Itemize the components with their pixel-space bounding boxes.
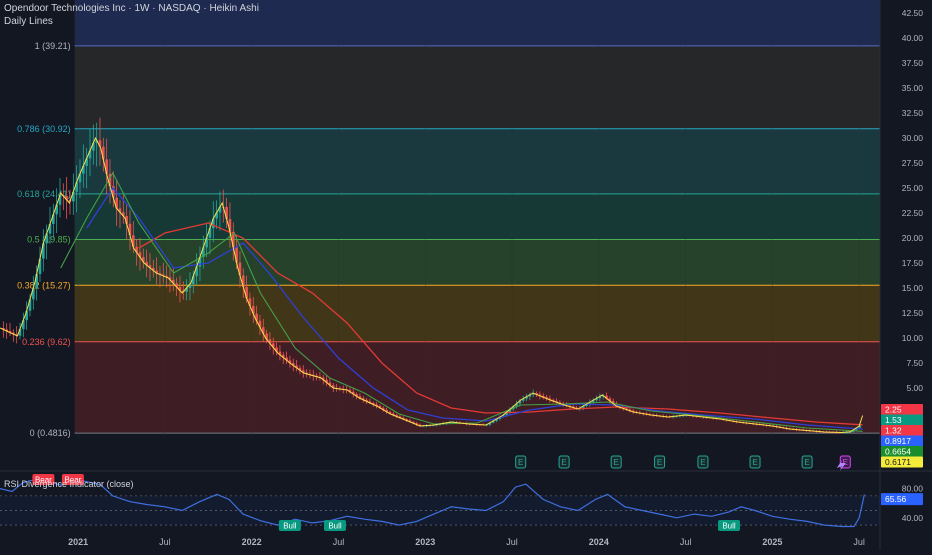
fib-band bbox=[74, 128, 880, 194]
fib-level-label: 0.786 (30.92) bbox=[17, 124, 71, 134]
bull-divergence-badge-label: Bull bbox=[722, 522, 736, 531]
earnings-marker-label: E bbox=[804, 458, 809, 467]
bull-divergence-badge-label: Bull bbox=[328, 522, 342, 531]
earnings-marker-label: E bbox=[700, 458, 705, 467]
y-tick-label: 25.00 bbox=[902, 183, 924, 193]
fib-band bbox=[74, 239, 880, 286]
rsi-y-tick-label: 40.00 bbox=[902, 513, 924, 523]
x-tick-label: Jul bbox=[506, 537, 518, 547]
x-tick-label: 2021 bbox=[68, 537, 88, 547]
y-tick-label: 12.50 bbox=[902, 308, 924, 318]
price-badge-label: 1.53 bbox=[885, 415, 902, 425]
fib-level-label: 0.236 (9.62) bbox=[22, 337, 71, 347]
y-tick-label: 35.00 bbox=[902, 83, 924, 93]
x-tick-label: 2023 bbox=[415, 537, 435, 547]
y-tick-label: 20.00 bbox=[902, 233, 924, 243]
fib-level-label: 0.5 (19.85) bbox=[27, 235, 71, 245]
x-tick-label: Jul bbox=[853, 537, 865, 547]
x-tick-label: 2024 bbox=[589, 537, 609, 547]
fib-level-label: 0.382 (15.27) bbox=[17, 280, 71, 290]
y-tick-label: 30.00 bbox=[902, 133, 924, 143]
earnings-marker-label: E bbox=[518, 458, 523, 467]
x-tick-label: 2025 bbox=[762, 537, 782, 547]
y-tick-label: 37.50 bbox=[902, 58, 924, 68]
y-tick-label: 22.50 bbox=[902, 208, 924, 218]
fib-level-label: 0.618 (24.41) bbox=[17, 189, 71, 199]
fib-band bbox=[74, 45, 880, 129]
price-badge-label: 0.6654 bbox=[885, 447, 911, 457]
x-tick-label: 2022 bbox=[242, 537, 262, 547]
price-badge-label: 2.25 bbox=[885, 405, 902, 415]
rsi-value-label: 65.56 bbox=[885, 494, 907, 504]
chart-title: Opendoor Technologies Inc · 1W · NASDAQ … bbox=[4, 3, 259, 14]
y-tick-label: 10.00 bbox=[902, 333, 924, 343]
y-tick-label: 17.50 bbox=[902, 258, 924, 268]
x-tick-label: Jul bbox=[680, 537, 692, 547]
y-tick-label: 27.50 bbox=[902, 158, 924, 168]
fib-band bbox=[74, 193, 880, 240]
earnings-marker-label: E bbox=[561, 458, 566, 467]
x-tick-label: Jul bbox=[333, 537, 345, 547]
price-badge-label: 1.32 bbox=[885, 426, 902, 436]
chart-subtitle: Daily Lines bbox=[4, 16, 53, 27]
y-tick-label: 40.00 bbox=[902, 33, 924, 43]
y-tick-label: 15.00 bbox=[902, 283, 924, 293]
rsi-indicator-title: RSI Divergence Indicator (close) bbox=[4, 479, 134, 489]
bull-divergence-badge-label: Bull bbox=[283, 522, 297, 531]
y-tick-label: 42.50 bbox=[902, 8, 924, 18]
fib-level-label: 0 (0.4816) bbox=[30, 428, 71, 438]
y-tick-label: 7.50 bbox=[906, 358, 923, 368]
earnings-marker-label: E bbox=[752, 458, 757, 467]
price-badge-label: 0.8917 bbox=[885, 436, 911, 446]
y-tick-label: 5.00 bbox=[906, 383, 923, 393]
chart-stage: 1 (39.21) 0.786 (30.92) 0.618 (24.41) 0.5 (… bbox=[0, 0, 932, 550]
earnings-marker-label: E bbox=[657, 458, 662, 467]
earnings-marker-label: E bbox=[614, 458, 619, 467]
candlestick-chart[interactable]: 1 (39.21) 0.786 (30.92) 0.618 (24.41) 0.5 (… bbox=[0, 0, 932, 550]
rsi-y-tick-label: 80.00 bbox=[902, 484, 924, 494]
fib-band bbox=[74, 285, 880, 342]
y-tick-label: 32.50 bbox=[902, 108, 924, 118]
x-tick-label: Jul bbox=[159, 537, 171, 547]
price-badge-label: 0.6171 bbox=[885, 457, 911, 467]
fib-level-label: 1 (39.21) bbox=[35, 41, 71, 51]
